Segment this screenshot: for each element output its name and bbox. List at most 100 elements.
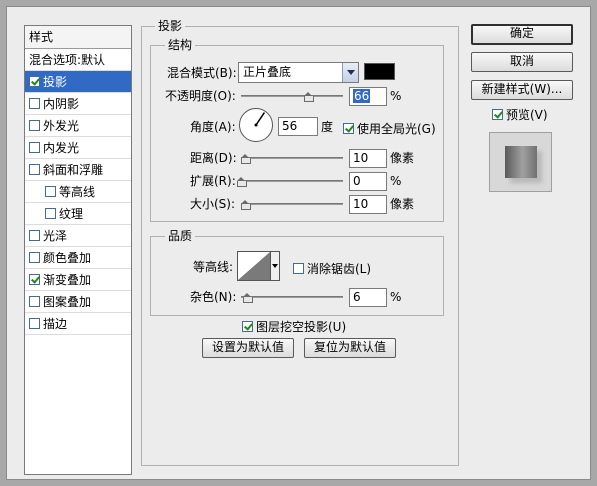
contour-label: 等高线: xyxy=(193,260,234,274)
make-default-button[interactable]: 设置为默认值 xyxy=(202,338,294,358)
style-preview-thumbnail xyxy=(489,132,552,192)
style-item-checkbox[interactable] xyxy=(29,98,40,109)
drop-shadow-title: 投影 xyxy=(155,19,186,33)
blend-mode-value: 正片叠底 xyxy=(243,65,292,79)
size-label: 大小(S): xyxy=(190,197,236,211)
style-item-checkbox[interactable] xyxy=(29,274,40,285)
style-item-1[interactable]: 投影 xyxy=(25,71,131,93)
style-item-checkbox[interactable] xyxy=(45,208,56,219)
noise-slider-thumb[interactable] xyxy=(243,293,254,303)
noise-input[interactable]: 6 xyxy=(349,288,387,307)
distance-unit: 像素 xyxy=(390,151,415,165)
style-item-4[interactable]: 内发光 xyxy=(25,137,131,159)
style-item-label: 纹理 xyxy=(59,206,84,221)
use-global-light-box[interactable] xyxy=(343,123,354,134)
distance-slider-thumb[interactable] xyxy=(241,154,252,164)
angle-label: 角度(A): xyxy=(190,120,236,134)
style-item-checkbox[interactable] xyxy=(29,318,40,329)
angle-input[interactable]: 56 xyxy=(278,117,318,136)
style-item-checkbox[interactable] xyxy=(45,186,56,197)
contour-picker[interactable] xyxy=(237,251,280,281)
opacity-input[interactable]: 66 xyxy=(349,87,387,106)
structure-title: 结构 xyxy=(165,38,196,52)
contour-preview-icon xyxy=(237,251,271,281)
spread-label: 扩展(R): xyxy=(190,174,236,188)
style-item-label: 渐变叠加 xyxy=(43,272,92,287)
size-input[interactable]: 10 xyxy=(349,195,387,214)
spread-slider-thumb[interactable] xyxy=(237,177,247,187)
new-style-button[interactable]: 新建样式(W)... xyxy=(471,80,573,100)
style-item-10[interactable]: 渐变叠加 xyxy=(25,269,131,291)
reset-default-button[interactable]: 复位为默认值 xyxy=(304,338,396,358)
style-item-3[interactable]: 外发光 xyxy=(25,115,131,137)
style-item-label: 斜面和浮雕 xyxy=(43,162,104,177)
style-item-label: 混合选项:默认 xyxy=(29,52,106,67)
opacity-unit: % xyxy=(390,89,402,103)
style-item-label: 内阴影 xyxy=(43,96,80,111)
style-item-9[interactable]: 颜色叠加 xyxy=(25,247,131,269)
style-item-label: 颜色叠加 xyxy=(43,250,92,265)
layer-knocks-out-box[interactable] xyxy=(242,321,253,332)
style-item-checkbox[interactable] xyxy=(29,252,40,263)
cancel-button[interactable]: 取消 xyxy=(471,52,573,72)
style-item-label: 等高线 xyxy=(59,184,96,199)
size-unit: 像素 xyxy=(390,197,415,211)
preview-swatch xyxy=(505,146,537,178)
style-item-0[interactable]: 混合选项:默认 xyxy=(25,49,131,71)
spread-input[interactable]: 0 xyxy=(349,172,387,191)
spread-slider-track[interactable] xyxy=(241,180,343,182)
layer-style-dialog: 样式 混合选项:默认 投影 内阴影 外发光 内发光 斜面和浮雕 等高线 纹理 光泽 颜色叠加 渐变叠… xyxy=(6,6,591,480)
preview-checkbox[interactable]: 预览(V) xyxy=(492,106,548,123)
noise-label: 杂色(N): xyxy=(190,290,237,304)
use-global-light-label: 使用全局光(G) xyxy=(357,122,436,136)
distance-label: 距离(D): xyxy=(190,151,237,165)
noise-slider-track[interactable] xyxy=(241,296,343,298)
contour-dropdown-arrow[interactable] xyxy=(271,251,280,281)
style-item-checkbox[interactable] xyxy=(29,164,40,175)
anti-alias-label: 消除锯齿(L) xyxy=(307,262,372,276)
style-item-6[interactable]: 等高线 xyxy=(25,181,131,203)
opacity-slider-track[interactable] xyxy=(241,95,343,97)
style-item-12[interactable]: 描边 xyxy=(25,313,131,335)
style-item-8[interactable]: 光泽 xyxy=(25,225,131,247)
shadow-color-swatch[interactable] xyxy=(364,63,395,80)
blend-mode-label: 混合模式(B): xyxy=(167,66,237,80)
styles-list-header: 样式 xyxy=(25,26,131,49)
preview-label: 预览(V) xyxy=(506,108,548,122)
opacity-slider-thumb[interactable] xyxy=(304,92,315,102)
size-slider-track[interactable] xyxy=(241,203,343,205)
spread-unit: % xyxy=(390,174,402,188)
distance-input[interactable]: 10 xyxy=(349,149,387,168)
blend-mode-select[interactable]: 正片叠底 xyxy=(238,62,359,83)
style-item-label: 描边 xyxy=(43,316,68,331)
style-item-checkbox[interactable] xyxy=(29,230,40,241)
style-item-checkbox[interactable] xyxy=(29,76,40,87)
style-item-label: 图案叠加 xyxy=(43,294,92,309)
ok-button[interactable]: 确定 xyxy=(471,24,573,45)
style-item-label: 光泽 xyxy=(43,228,68,243)
quality-title: 品质 xyxy=(165,229,196,243)
angle-dial[interactable] xyxy=(238,107,274,143)
use-global-light-checkbox[interactable]: 使用全局光(G) xyxy=(343,120,436,137)
anti-alias-checkbox[interactable]: 消除锯齿(L) xyxy=(293,260,371,277)
layer-knocks-out-label: 图层挖空投影(U) xyxy=(256,320,347,334)
style-item-label: 投影 xyxy=(43,74,68,89)
style-item-7[interactable]: 纹理 xyxy=(25,203,131,225)
distance-slider-track[interactable] xyxy=(241,157,343,159)
size-slider-thumb[interactable] xyxy=(241,200,252,210)
anti-alias-box[interactable] xyxy=(293,263,304,274)
styles-list-panel: 样式 混合选项:默认投影内阴影外发光内发光斜面和浮雕等高线纹理光泽颜色叠加渐变叠… xyxy=(24,25,132,475)
layer-knocks-out-checkbox[interactable]: 图层挖空投影(U) xyxy=(242,318,346,335)
style-item-checkbox[interactable] xyxy=(29,296,40,307)
style-item-11[interactable]: 图案叠加 xyxy=(25,291,131,313)
preview-box[interactable] xyxy=(492,109,503,120)
style-item-5[interactable]: 斜面和浮雕 xyxy=(25,159,131,181)
opacity-label: 不透明度(O): xyxy=(165,89,236,103)
style-item-label: 外发光 xyxy=(43,118,80,133)
style-item-label: 内发光 xyxy=(43,140,80,155)
noise-unit: % xyxy=(390,290,402,304)
angle-unit: 度 xyxy=(321,120,334,134)
style-item-checkbox[interactable] xyxy=(29,120,40,131)
style-item-2[interactable]: 内阴影 xyxy=(25,93,131,115)
style-item-checkbox[interactable] xyxy=(29,142,40,153)
